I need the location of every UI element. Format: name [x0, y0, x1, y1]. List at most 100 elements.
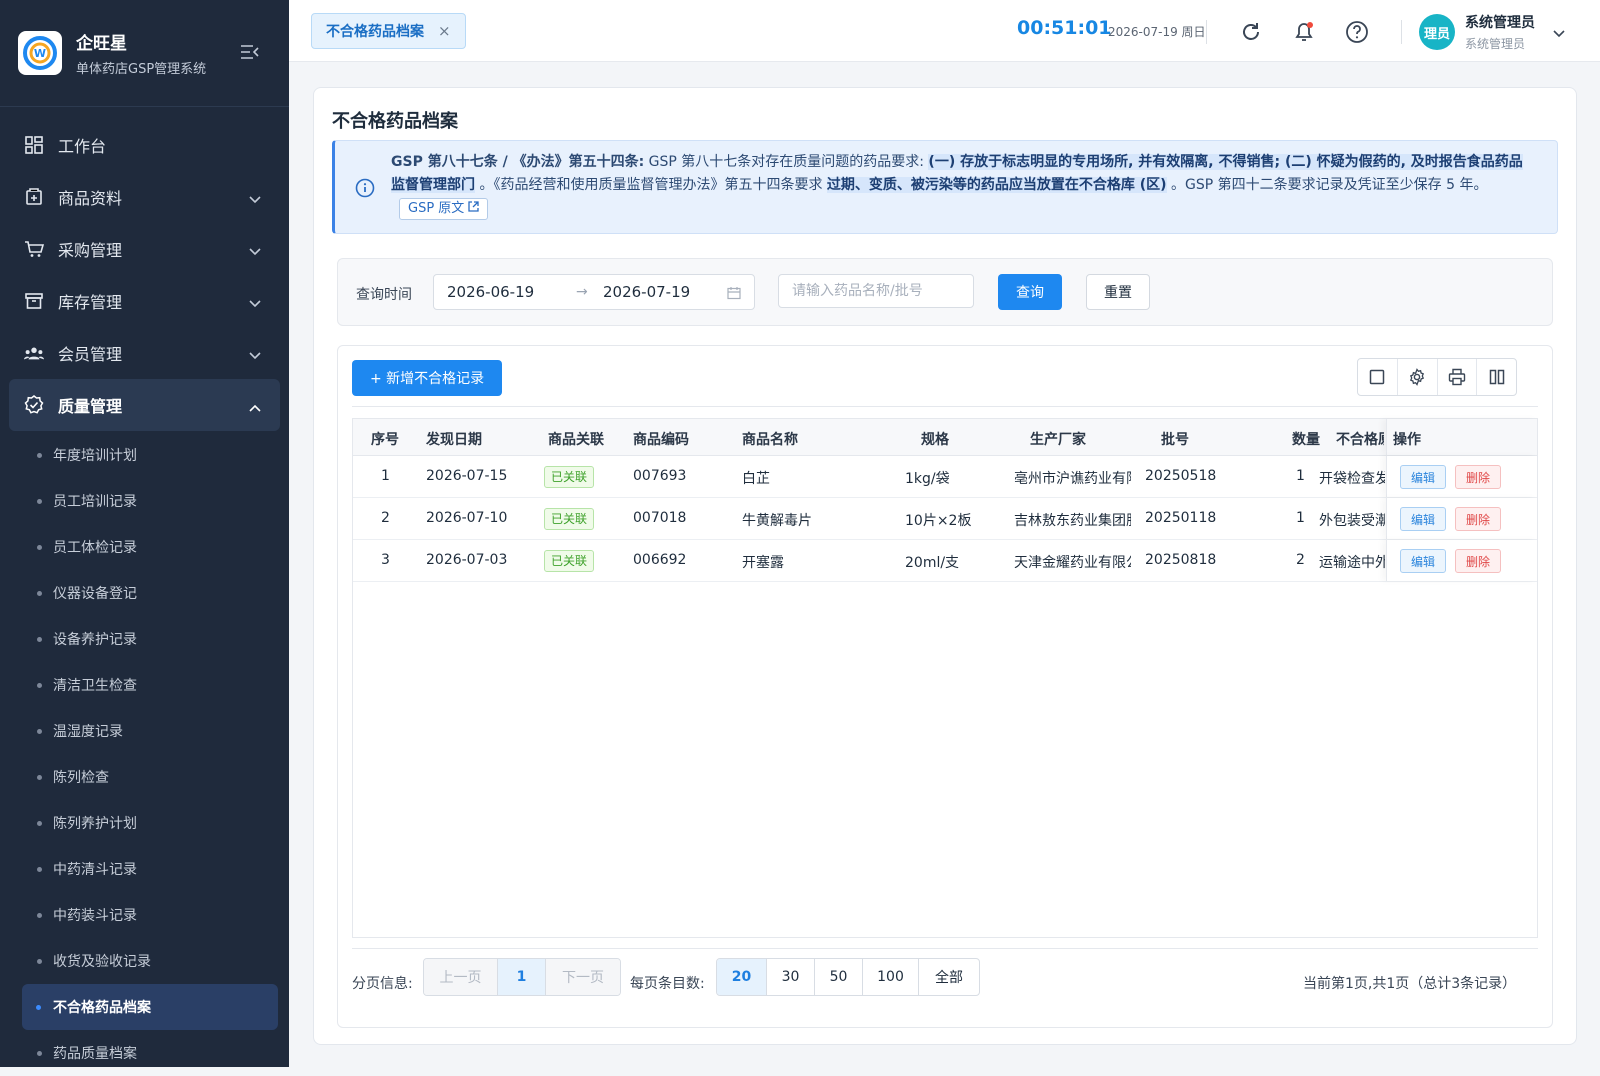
collapse-sidebar-icon[interactable]: [240, 44, 260, 64]
notice-text-1: GSP 第八十七条对存在质量问题的药品要求:: [644, 154, 929, 170]
submenu-drug-quality-archive[interactable]: 药品质量档案: [0, 1030, 289, 1076]
submenu-staff-health-check[interactable]: 员工体检记录: [0, 524, 289, 570]
delete-button[interactable]: 删除: [1455, 549, 1501, 573]
print-icon[interactable]: [1438, 359, 1478, 395]
brand-logo: W: [18, 31, 62, 75]
cell-maker: 天津金耀药业有限公司: [1014, 555, 1131, 571]
table-row: 2 2026-07-10 已关联 007018 牛黄解毒片 10片×2板 吉林敖…: [353, 498, 1537, 540]
nav-item-label: 库存管理: [58, 293, 123, 312]
tab-label: 不合格药品档案: [326, 24, 424, 40]
reset-button[interactable]: 重置: [1086, 274, 1150, 310]
nav-item-label: 采购管理: [58, 241, 123, 260]
cell-spec: 1kg/袋: [905, 471, 950, 487]
submenu-equipment-register[interactable]: 仪器设备登记: [0, 570, 289, 616]
operation-column-header: 操作: [1386, 419, 1537, 455]
cell-qty: 2: [1296, 552, 1305, 568]
query-button[interactable]: 查询: [998, 274, 1062, 310]
sidebar-nav: 工作台 商品资料 采购管理 库存管理 会员管理 质量管理 年度培训计划 员工培训…: [0, 107, 289, 1076]
cell-date: 2026-07-15: [426, 468, 508, 484]
cell-reason: 外包装受潮: [1319, 513, 1385, 529]
help-icon[interactable]: [1344, 19, 1370, 45]
quality-icon: [24, 395, 44, 415]
gsp-notice: GSP 第八十七条 / 《办法》第五十四条: GSP 第八十七条对存在质量问题的…: [332, 140, 1558, 234]
table-header: 序号 发现日期 商品关联 商品编码 商品名称 规格 生产厂家 批号 数量 不合格…: [353, 419, 1537, 456]
page-size-20[interactable]: 20: [717, 959, 767, 995]
column-header: 数量: [1292, 432, 1320, 448]
submenu-temperature-humidity[interactable]: 温湿度记录: [0, 708, 289, 754]
nav-item-purchase[interactable]: 采购管理: [0, 223, 289, 275]
submenu-display-inspection[interactable]: 陈列检查: [0, 754, 289, 800]
page-size-30[interactable]: 30: [767, 959, 815, 995]
gsp-link-label: GSP 原文: [408, 201, 465, 216]
submenu-annual-training-plan[interactable]: 年度培训计划: [0, 432, 289, 478]
submenu-cleaning-inspection[interactable]: 清洁卫生检查: [0, 662, 289, 708]
cell-name: 牛黄解毒片: [742, 513, 812, 529]
close-icon[interactable]: ×: [438, 22, 451, 40]
prev-page-button[interactable]: 上一页: [424, 959, 498, 995]
submenu-display-maintenance-plan[interactable]: 陈列养护计划: [0, 800, 289, 846]
linked-badge: 已关联: [544, 466, 595, 488]
nav-item-workbench[interactable]: 工作台: [0, 119, 289, 171]
cell-maker: 吉林敖东药业集团股份有限公司: [1014, 513, 1131, 529]
start-date[interactable]: 2026-06-19: [447, 283, 534, 301]
chevron-down-icon[interactable]: [1553, 23, 1565, 42]
avatar[interactable]: 理员: [1419, 14, 1455, 50]
end-date[interactable]: 2026-07-19: [603, 283, 690, 301]
fullscreen-icon[interactable]: [1358, 359, 1398, 395]
edit-button[interactable]: 编辑: [1400, 507, 1446, 531]
submenu-herb-bin-cleaning[interactable]: 中药清斗记录: [0, 846, 289, 892]
submenu-nonconforming-drugs[interactable]: 不合格药品档案: [22, 984, 278, 1030]
page-1-button[interactable]: 1: [498, 959, 546, 995]
query-time-label: 查询时间: [356, 287, 412, 303]
nav-item-members[interactable]: 会员管理: [0, 327, 289, 379]
cell-batch: 20250518: [1145, 468, 1217, 484]
columns-icon[interactable]: [1477, 359, 1516, 395]
delete-button[interactable]: 删除: [1455, 465, 1501, 489]
search-input[interactable]: [778, 274, 974, 308]
submenu-staff-training-record[interactable]: 员工培训记录: [0, 478, 289, 524]
cell-no: 1: [381, 468, 390, 484]
tab-nonconforming-drugs[interactable]: 不合格药品档案 ×: [311, 13, 466, 49]
product-icon: [24, 187, 44, 207]
user-role: 系统管理员: [1465, 37, 1526, 51]
date-range-picker[interactable]: 2026-06-19 → 2026-07-19: [433, 274, 755, 310]
bell-icon[interactable]: [1291, 19, 1317, 45]
refresh-icon[interactable]: [1238, 19, 1264, 45]
nav-item-quality[interactable]: 质量管理: [9, 379, 280, 431]
delete-button[interactable]: 删除: [1455, 507, 1501, 531]
notice-text-2: 。《药品经营和使用质量监督管理办法》第五十四条要求: [475, 177, 827, 193]
cell-spec: 10片×2板: [905, 513, 972, 529]
page-size-50[interactable]: 50: [815, 959, 863, 995]
divider: [352, 948, 1538, 949]
chevron-up-icon: [249, 397, 261, 416]
submenu-herb-bin-filling[interactable]: 中药装斗记录: [0, 892, 289, 938]
cell-name: 开塞露: [742, 555, 784, 571]
settings-icon[interactable]: [1398, 359, 1438, 395]
nav-item-inventory[interactable]: 库存管理: [0, 275, 289, 327]
chevron-down-icon: [249, 241, 261, 260]
members-icon: [24, 343, 44, 363]
nav-item-products[interactable]: 商品资料: [0, 171, 289, 223]
submenu-receiving-acceptance[interactable]: 收货及验收记录: [0, 938, 289, 984]
page-size-100[interactable]: 100: [863, 959, 919, 995]
page-size-all[interactable]: 全部: [919, 959, 979, 995]
calendar-icon: [727, 285, 741, 304]
pagination-label: 分页信息:: [352, 976, 413, 992]
pagination: 上一页 1 下一页: [423, 958, 621, 996]
submenu-equipment-maintenance[interactable]: 设备养护记录: [0, 616, 289, 662]
cell-code: 006692: [633, 552, 687, 568]
edit-button[interactable]: 编辑: [1400, 465, 1446, 489]
column-header: 生产厂家: [1030, 432, 1086, 448]
next-page-button[interactable]: 下一页: [546, 959, 620, 995]
user-name[interactable]: 系统管理员: [1465, 12, 1535, 32]
column-header: 商品关联: [548, 432, 604, 448]
linked-badge: 已关联: [544, 550, 595, 572]
external-link-icon: [468, 201, 480, 212]
inventory-icon: [24, 291, 44, 311]
nav-item-label: 会员管理: [58, 345, 123, 364]
column-header: 操作: [1393, 432, 1421, 448]
add-nonconforming-record-button[interactable]: + 新增不合格记录: [352, 360, 503, 396]
gsp-original-link[interactable]: GSP 原文: [399, 198, 489, 220]
column-header: 商品名称: [742, 432, 798, 448]
edit-button[interactable]: 编辑: [1400, 549, 1446, 573]
